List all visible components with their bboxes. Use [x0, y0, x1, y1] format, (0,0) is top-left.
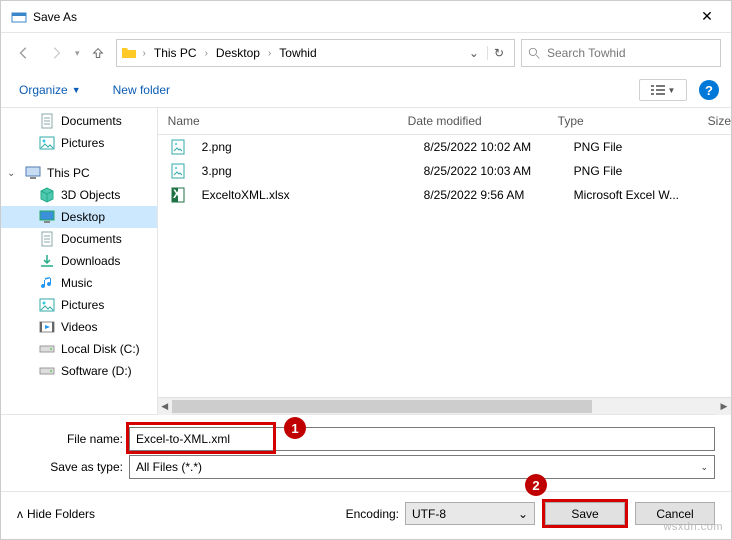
sidebar-item-this-pc[interactable]: ⌄This PC — [1, 162, 157, 184]
search-placeholder: Search Towhid — [547, 46, 626, 60]
address-bar[interactable]: › This PC › Desktop › Towhid ⌄ ↻ — [116, 39, 515, 67]
refresh-button[interactable]: ↻ — [487, 46, 510, 60]
sidebar-item-local-disk[interactable]: Local Disk (C:) — [1, 338, 157, 360]
bottom-bar: ʌ Hide Folders Encoding: UTF-8 ⌄ 2 Save … — [1, 491, 731, 535]
annotation-badge-1: 1 — [284, 417, 306, 439]
watermark: wsxdn.com — [663, 521, 723, 533]
sidebar-item-documents2[interactable]: Documents — [1, 228, 157, 250]
app-icon — [11, 9, 27, 25]
folder-icon — [121, 45, 137, 61]
new-folder-button[interactable]: New folder — [107, 79, 176, 101]
col-date[interactable]: Date modified — [408, 114, 558, 128]
address-dropdown[interactable]: ⌄ — [465, 46, 483, 60]
annotation-badge-2: 2 — [525, 474, 547, 496]
chevron-right-icon[interactable]: › — [203, 48, 210, 59]
image-file-icon — [170, 163, 186, 179]
file-list: Name Date modified Type Size 2.png 8/25/… — [158, 108, 731, 414]
sidebar-item-pictures[interactable]: Pictures — [1, 132, 157, 154]
title-bar: Save As ✕ — [1, 1, 731, 33]
picture-icon — [39, 135, 55, 151]
chevron-down-icon: ⌄ — [518, 507, 528, 521]
sidebar-item-downloads[interactable]: Downloads — [1, 250, 157, 272]
save-form: File name: 1 Save as type: All Files (*.… — [1, 414, 731, 491]
sidebar-item-documents[interactable]: Documents — [1, 110, 157, 132]
chevron-right-icon[interactable]: › — [141, 48, 148, 59]
crumb-folder[interactable]: Towhid — [277, 46, 318, 60]
chevron-down-icon: ⌄ — [700, 462, 708, 473]
excel-file-icon: X — [170, 187, 186, 203]
save-as-type-label: Save as type: — [1, 460, 129, 474]
drive-icon — [39, 341, 55, 357]
navigation-row: ▾ › This PC › Desktop › Towhid ⌄ ↻ Searc… — [1, 33, 731, 73]
file-row[interactable]: 2.png 8/25/2022 10:02 AM PNG File — [158, 135, 731, 159]
file-name-label: File name: — [1, 432, 129, 446]
view-icon — [651, 84, 665, 96]
drive-icon — [39, 363, 55, 379]
scroll-thumb[interactable] — [172, 400, 592, 413]
encoding-combo[interactable]: UTF-8 ⌄ — [405, 502, 535, 525]
col-name[interactable]: Name — [158, 114, 408, 128]
chevron-up-icon: ʌ — [17, 507, 23, 521]
window-title: Save As — [33, 10, 687, 24]
toolbar: Organize▼ New folder ▼ ? — [1, 73, 731, 108]
search-input[interactable]: Search Towhid — [521, 39, 721, 67]
picture-icon — [39, 297, 55, 313]
save-button[interactable]: Save — [545, 502, 625, 525]
search-icon — [528, 47, 541, 60]
forward-button[interactable] — [43, 40, 69, 66]
organize-button[interactable]: Organize▼ — [13, 79, 87, 101]
hide-folders-button[interactable]: ʌ Hide Folders — [17, 507, 95, 521]
scroll-right-icon[interactable]: ▶ — [717, 398, 731, 415]
horizontal-scrollbar[interactable]: ◀ ▶ — [158, 397, 731, 414]
column-headers[interactable]: Name Date modified Type Size — [158, 108, 731, 135]
music-icon — [39, 275, 55, 291]
encoding-label: Encoding: — [346, 507, 399, 521]
sidebar-item-videos[interactable]: Videos — [1, 316, 157, 338]
up-button[interactable] — [86, 41, 110, 65]
crumb-desktop[interactable]: Desktop — [214, 46, 262, 60]
document-icon — [39, 113, 55, 129]
sidebar-item-desktop[interactable]: Desktop — [1, 206, 157, 228]
chevron-right-icon[interactable]: › — [266, 48, 273, 59]
view-options-button[interactable]: ▼ — [639, 79, 687, 101]
save-as-type-combo[interactable]: All Files (*.*) ⌄ — [129, 455, 715, 479]
document-icon — [39, 231, 55, 247]
col-type[interactable]: Type — [558, 114, 708, 128]
sidebar: Documents Pictures ⌄This PC 3D Objects D… — [1, 108, 158, 414]
sidebar-item-3d-objects[interactable]: 3D Objects — [1, 184, 157, 206]
video-icon — [39, 319, 55, 335]
close-button[interactable]: ✕ — [687, 8, 727, 25]
sidebar-item-pictures2[interactable]: Pictures — [1, 294, 157, 316]
main-area: Documents Pictures ⌄This PC 3D Objects D… — [1, 108, 731, 414]
col-size[interactable]: Size — [708, 114, 731, 128]
recent-dropdown[interactable]: ▾ — [75, 48, 80, 59]
help-button[interactable]: ? — [699, 80, 719, 100]
file-name-input[interactable] — [129, 427, 715, 451]
sidebar-item-software[interactable]: Software (D:) — [1, 360, 157, 382]
pc-icon — [25, 165, 41, 181]
sidebar-item-music[interactable]: Music — [1, 272, 157, 294]
crumb-this-pc[interactable]: This PC — [152, 46, 199, 60]
file-row[interactable]: 3.png 8/25/2022 10:03 AM PNG File — [158, 159, 731, 183]
image-file-icon — [170, 139, 186, 155]
download-icon — [39, 253, 55, 269]
svg-text:X: X — [173, 187, 181, 201]
file-row[interactable]: X ExceltoXML.xlsx 8/25/2022 9:56 AM Micr… — [158, 183, 731, 207]
cube-icon — [39, 187, 55, 203]
scroll-left-icon[interactable]: ◀ — [158, 398, 172, 415]
desktop-icon — [39, 209, 55, 225]
back-button[interactable] — [11, 40, 37, 66]
